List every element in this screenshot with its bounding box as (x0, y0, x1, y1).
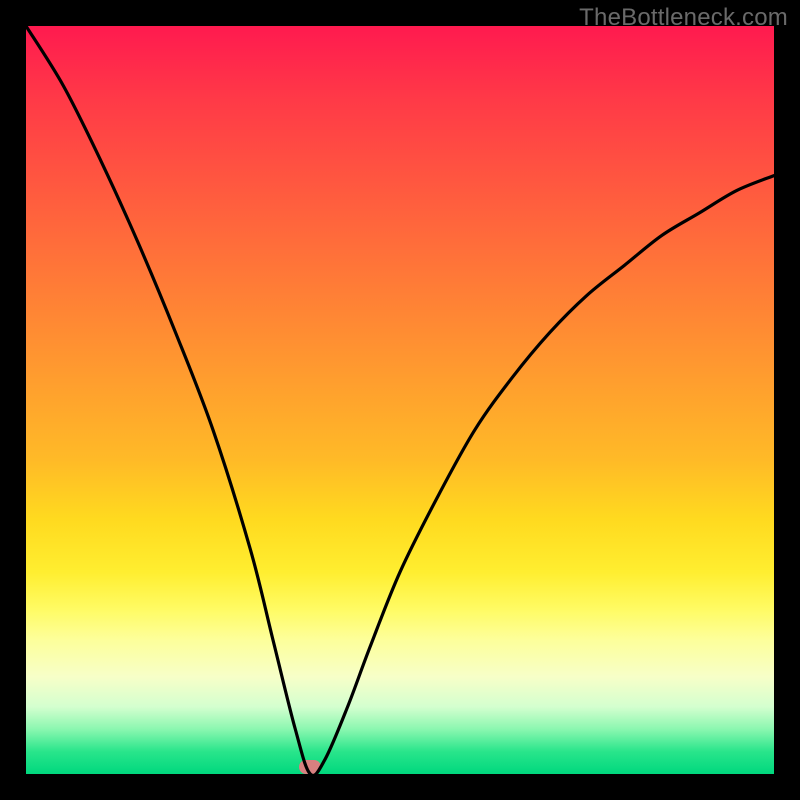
plot-area (26, 26, 774, 774)
watermark-text: TheBottleneck.com (579, 4, 788, 32)
curve-path (26, 26, 774, 774)
bottleneck-curve (26, 26, 774, 774)
chart-frame: TheBottleneck.com (0, 0, 800, 800)
